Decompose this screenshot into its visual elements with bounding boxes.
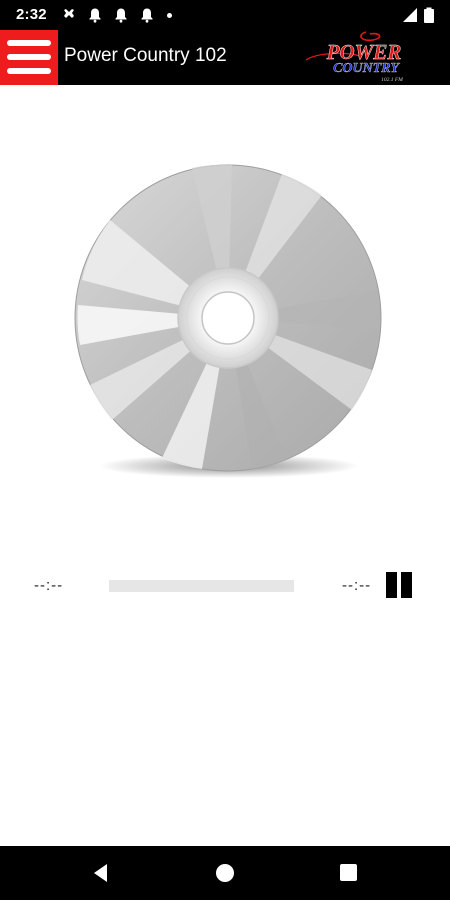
notification-bell-icon bbox=[141, 8, 153, 23]
recents-icon[interactable] bbox=[334, 858, 364, 888]
notification-bell-icon bbox=[89, 8, 101, 23]
menu-button[interactable] bbox=[0, 30, 58, 85]
home-icon[interactable] bbox=[210, 858, 240, 888]
pause-button[interactable] bbox=[384, 572, 414, 598]
dot-icon bbox=[167, 13, 172, 18]
station-logo: POWER COUNTRY 102.1 FM bbox=[305, 31, 403, 83]
compact-disc-icon bbox=[74, 164, 382, 478]
app-title: Power Country 102 bbox=[64, 45, 227, 66]
logo-text-country: COUNTRY bbox=[333, 61, 400, 76]
signal-icon bbox=[403, 8, 417, 22]
navigation-bar bbox=[0, 846, 450, 900]
time-total: --:-- bbox=[342, 577, 372, 594]
app-bar: Power Country 102 POWER COUNTRY 102.1 FM bbox=[0, 30, 450, 85]
vpn-key-icon bbox=[64, 9, 74, 18]
time-elapsed: --:-- bbox=[34, 577, 64, 594]
logo-text-frequency: 102.1 FM bbox=[381, 77, 403, 83]
progress-bar[interactable] bbox=[109, 580, 294, 592]
back-icon[interactable] bbox=[86, 858, 116, 888]
status-bar: 2:32 bbox=[0, 0, 450, 30]
battery-icon bbox=[424, 7, 434, 23]
status-time: 2:32 bbox=[16, 6, 47, 23]
notification-bell-icon bbox=[115, 8, 127, 23]
